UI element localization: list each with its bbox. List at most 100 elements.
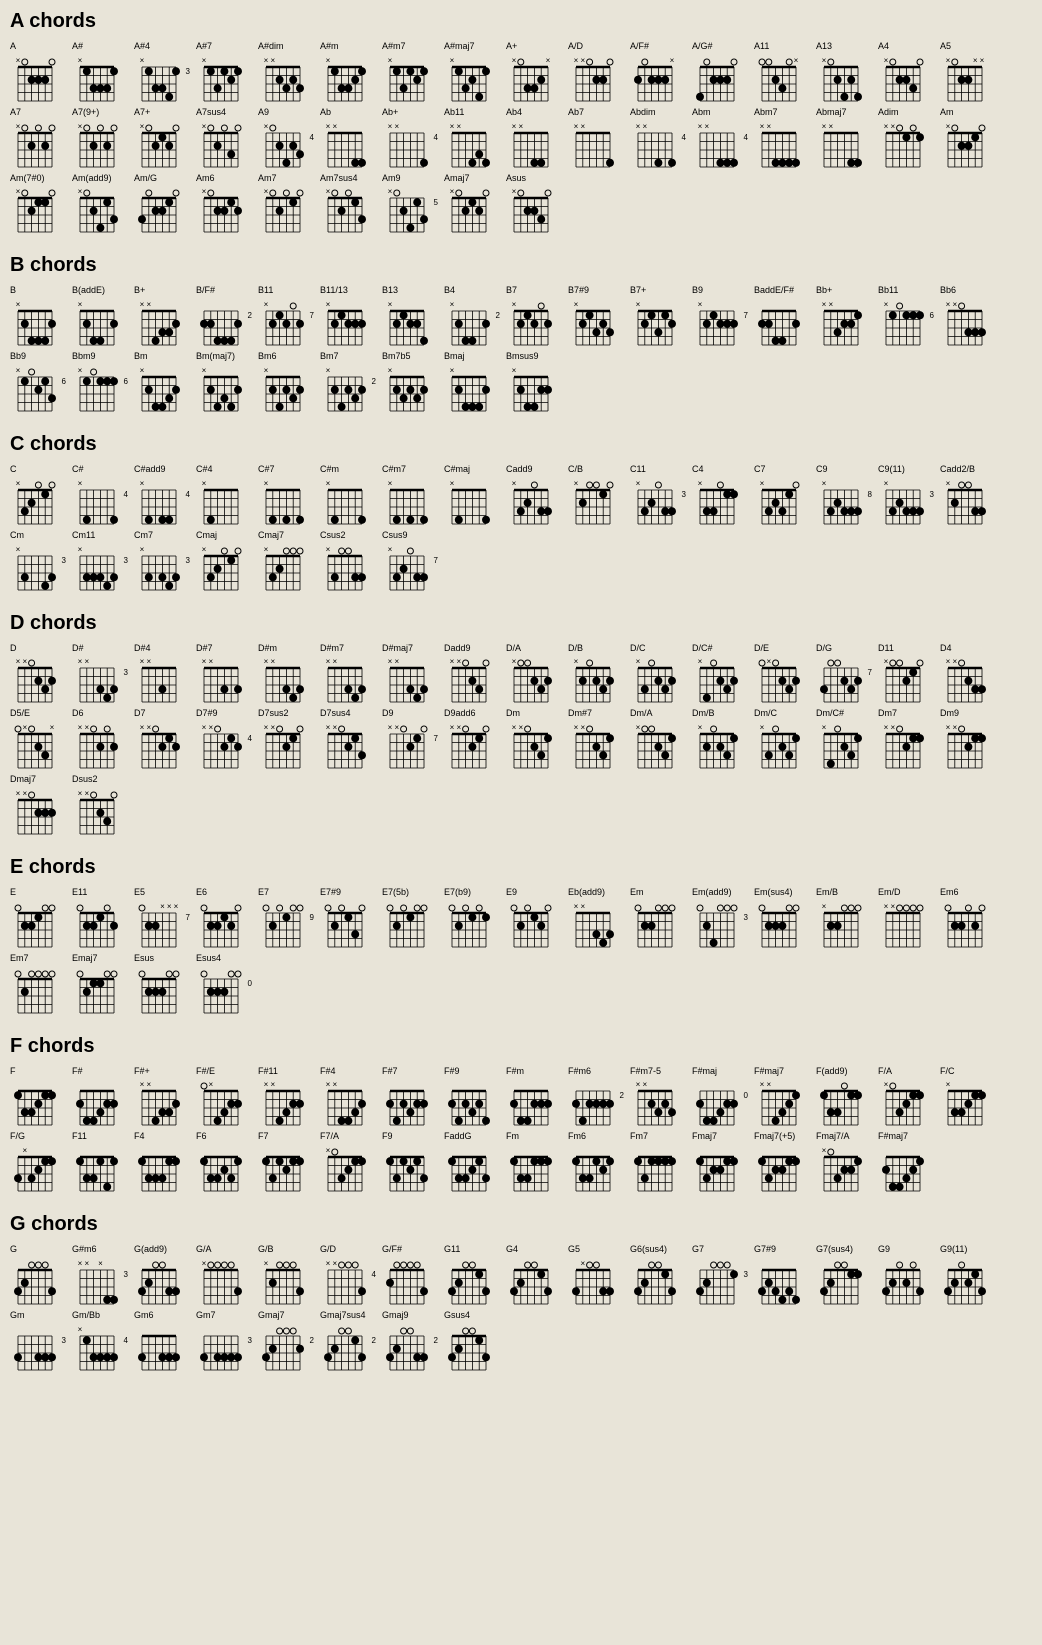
chord-name-label: F#+: [134, 1066, 150, 1077]
chord-item: F#maj7: [878, 1131, 936, 1193]
chord-item: A/D××: [568, 41, 626, 103]
fret-number: 3: [744, 913, 748, 922]
svg-text:×: ×: [884, 657, 889, 666]
chord-item: A4×: [878, 41, 936, 103]
chord-item: Abm7××: [754, 107, 812, 169]
chord-name-label: F#maj7: [754, 1066, 784, 1077]
chord-name-label: D#maj7: [382, 643, 413, 654]
chord-name-label: A7sus4: [196, 107, 226, 118]
chord-item: G9: [878, 1244, 936, 1306]
chord-name-label: D7#9: [196, 708, 218, 719]
chord-item: Gm/Bb×4: [72, 1310, 130, 1372]
chord-item: C#m×: [320, 464, 378, 526]
chord-diagram: ××: [568, 53, 614, 103]
chord-item: E9: [506, 887, 564, 949]
chord-diagram: ×××7: [134, 899, 180, 949]
chord-item: Am×: [940, 107, 998, 169]
chord-item: Dm/A×: [630, 708, 688, 770]
chord-item: A#m7×: [382, 41, 440, 103]
section-title-a: A chords: [10, 10, 1032, 33]
svg-text:×: ×: [98, 1259, 103, 1268]
svg-text:×: ×: [884, 1080, 889, 1089]
chord-diagram: ×: [134, 363, 180, 413]
section-title-f: F chords: [10, 1035, 1032, 1058]
svg-text:×: ×: [202, 723, 207, 732]
chord-item: A9×4: [258, 107, 316, 169]
svg-text:×: ×: [580, 1259, 585, 1268]
section-b: B chordsB×B(addE)×B+××B/F#2B11×7B11/13×B…: [10, 254, 1032, 413]
chord-item: C#add9×4: [134, 464, 192, 526]
chord-item: Gm73: [196, 1310, 254, 1372]
fret-number: 4: [124, 490, 128, 499]
chord-item: F11: [72, 1131, 130, 1193]
chord-item: Abmaj7××: [816, 107, 874, 169]
svg-text:×: ×: [326, 122, 331, 131]
chord-diagram: ××: [568, 899, 614, 949]
chord-diagram: ××4: [196, 720, 242, 770]
svg-text:×: ×: [78, 300, 83, 309]
svg-text:×: ×: [202, 657, 207, 666]
chord-diagram: [72, 1143, 118, 1193]
chord-diagram: ×6: [72, 363, 118, 413]
chord-item: Esus: [134, 953, 192, 1015]
chord-item: B4×2: [444, 285, 502, 347]
chord-item: A#4×3: [134, 41, 192, 103]
chord-name-label: Dm/C: [754, 708, 777, 719]
chord-diagram: ××: [196, 654, 242, 704]
chord-diagram: ×2: [444, 297, 490, 347]
svg-text:×: ×: [450, 657, 455, 666]
chord-name-label: Dmaj7: [10, 774, 36, 785]
chord-item: Am7sus4×: [320, 173, 378, 235]
svg-text:×: ×: [518, 122, 523, 131]
fret-number: 7: [744, 311, 748, 320]
chord-diagram: ×7: [382, 542, 428, 592]
svg-text:×: ×: [450, 479, 455, 488]
chord-diagram: ×3: [630, 476, 676, 526]
svg-text:×: ×: [450, 366, 455, 375]
chord-item: D#m××: [258, 643, 316, 705]
chord-diagram: ×: [630, 720, 676, 770]
chord-name-label: G9: [878, 1244, 890, 1255]
svg-text:×: ×: [890, 723, 895, 732]
chord-diagram: ×: [10, 53, 56, 103]
svg-text:×: ×: [202, 545, 207, 554]
svg-text:×: ×: [698, 300, 703, 309]
chord-name-label: E9: [506, 887, 517, 898]
chord-name-label: E5: [134, 887, 145, 898]
chord-name-label: G4: [506, 1244, 518, 1255]
chord-name-label: Ab11: [444, 107, 464, 118]
chord-item: G(add9): [134, 1244, 192, 1306]
chord-name-label: Esus: [134, 953, 154, 964]
chord-name-label: F6: [196, 1131, 207, 1142]
chord-item: Dmaj7××: [10, 774, 68, 836]
svg-text:×: ×: [388, 479, 393, 488]
fret-number: 4: [744, 133, 748, 142]
svg-text:×: ×: [636, 479, 641, 488]
svg-text:×: ×: [388, 545, 393, 554]
svg-text:×: ×: [546, 56, 551, 65]
chord-diagram: ×: [940, 119, 986, 169]
chord-name-label: F#m7-5: [630, 1066, 661, 1077]
chord-name-label: G7(sus4): [816, 1244, 853, 1255]
svg-text:×: ×: [78, 187, 83, 196]
svg-text:×: ×: [512, 723, 517, 732]
chord-diagram: [444, 1322, 490, 1372]
svg-text:×: ×: [78, 1259, 83, 1268]
chord-diagram: ×: [10, 297, 56, 347]
svg-text:×: ×: [670, 56, 675, 65]
chord-item: Emaj7: [72, 953, 130, 1015]
chord-item: F6: [196, 1131, 254, 1193]
chord-name-label: Bm7b5: [382, 351, 411, 362]
chord-item: F#4××: [320, 1066, 378, 1128]
svg-text:×: ×: [326, 1259, 331, 1268]
chord-name-label: Dm7: [878, 708, 897, 719]
chord-item: E: [10, 887, 68, 949]
svg-text:×: ×: [580, 56, 585, 65]
chord-name-label: Am6: [196, 173, 215, 184]
fret-number: 7: [186, 913, 190, 922]
chord-diagram: ×: [754, 720, 800, 770]
chord-diagram: ×: [320, 297, 366, 347]
chord-item: D7sus4××: [320, 708, 378, 770]
chord-name-label: G/D: [320, 1244, 336, 1255]
svg-text:×: ×: [388, 187, 393, 196]
